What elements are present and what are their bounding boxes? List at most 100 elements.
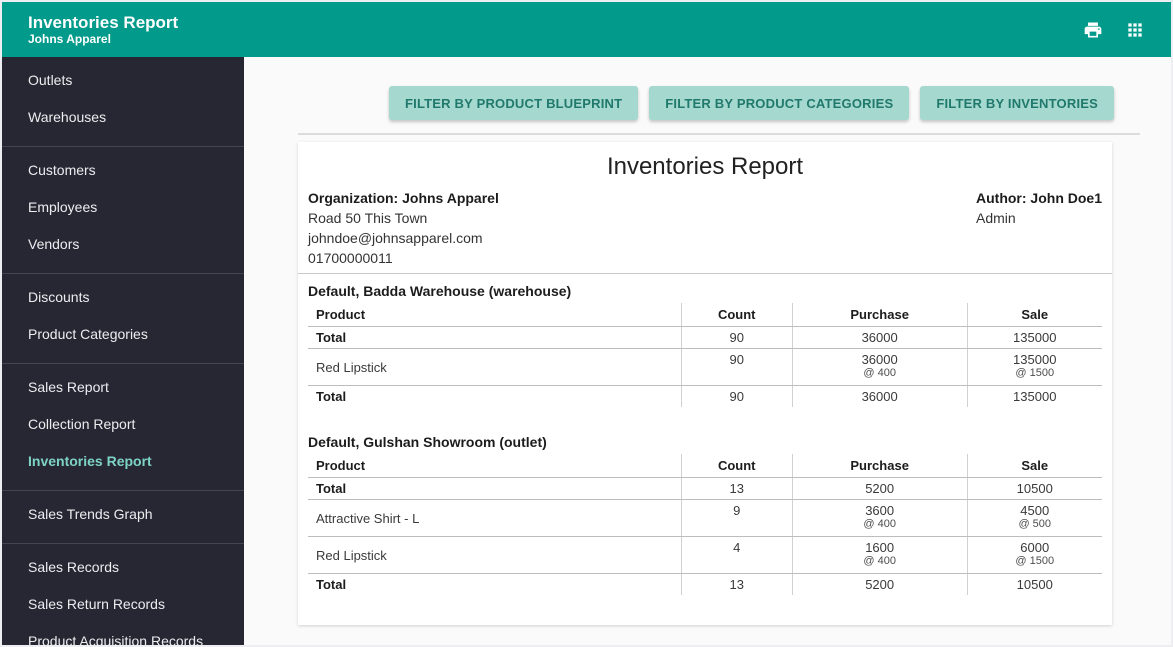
product-cell: Total [316,389,347,404]
purchase-cell-value: 5200 [865,481,895,496]
sidebar-item-sales-records[interactable]: Sales Records [2,549,244,586]
count-cell: 90 [680,348,793,386]
purchase-cell: 36000 [791,326,967,349]
column-header-purchase: Purchase [791,303,967,327]
column-header-sale: Sale [966,454,1102,478]
sale-cell-value: 10500 [1016,577,1053,592]
sidebar-item-vendors[interactable]: Vendors [2,226,244,263]
body-row: Outlets Warehouses Customers Employees Vendo… [2,57,1171,645]
content-divider [298,133,1140,135]
count-cell: 4 [680,536,793,574]
sidebar-item-sales-return-records[interactable]: Sales Return Records [2,586,244,623]
sale-cell-value: 6000 [1020,540,1050,555]
organization-phone: 01700000011 [308,250,393,266]
filter-by-product-categories-button[interactable]: FILTER BY PRODUCT CATEGORIES [649,86,910,120]
author-label: Author: John Doe1 [976,190,1102,206]
sidebar-item-discounts[interactable]: Discounts [2,279,244,316]
filter-button-row: FILTER BY PRODUCT BLUEPRINT FILTER BY PRO… [298,86,1114,120]
sidebar-item-customers[interactable]: Customers [2,152,244,189]
table-row: Red Lipstick 4 1600 @ 400 6000 @ 1500 [308,536,1102,574]
count-cell: 9 [680,499,793,537]
organization-email: johndoe@johnsapparel.com [308,230,483,246]
sale-cell-value: 135000 [1013,389,1057,404]
sidebar-item-collection-report[interactable]: Collection Report [2,406,244,443]
unit-rate: @ 400 [863,367,896,379]
report-page-title: Inventories Report [606,153,804,180]
purchase-cell-value: 36000 [861,330,898,345]
sidebar-item-warehouses[interactable]: Warehouses [2,99,244,136]
sidebar-group: Sales Records Sales Return Records Product… [2,544,244,645]
sidebar-item-outlets[interactable]: Outlets [2,62,244,99]
product-cell: Total [308,477,682,500]
header-title: Inventories Report [28,13,179,32]
unit-rate: @ 400 [863,555,896,567]
apps-grid-icon[interactable] [1125,20,1145,40]
sidebar-item-employees[interactable]: Employees [2,189,244,226]
purchase-cell-value: 1600 [865,540,895,555]
purchase-cell: 3600 @ 400 [791,499,967,537]
sale-cell: 4500 @ 500 [966,499,1102,537]
sidebar-item-product-categories[interactable]: Product Categories [2,316,244,353]
count-cell: 90 [680,326,793,349]
filter-by-inventories-button[interactable]: FILTER BY INVENTORIES [920,86,1114,120]
column-header-count: Count [680,303,793,327]
unit-rate: @ 400 [863,518,896,530]
product-cell: Total [308,326,682,349]
product-cell: Red Lipstick [308,536,682,574]
purchase-cell: 36000 [791,385,967,407]
organization-label: Organization: Johns Apparel [308,190,499,206]
report-sections: Default, Badda Warehouse (warehouse) Prod… [308,281,1102,595]
purchase-cell-value: 36000 [861,352,898,367]
sale-cell: 6000 @ 1500 [966,536,1102,574]
product-cell: Total [316,577,347,592]
sidebar: Outlets Warehouses Customers Employees Vendo… [2,57,244,645]
sale-cell: 135000 @ 1500 [966,348,1102,386]
inventory-table: Product Count Purchase Sale Total 90 36000 1350… [308,303,1102,407]
table-row: Total 13 5200 10500 [308,573,1102,595]
sale-cell: 135000 [966,385,1102,407]
app-header: Inventories Report Johns Apparel [2,2,1171,57]
count-cell: 13 [680,573,793,595]
purchase-cell: 5200 [791,477,967,500]
table-header-row: Product Count Purchase Sale [308,454,1102,478]
product-cell: Attractive Shirt - L [308,499,682,537]
unit-rate: @ 500 [1018,518,1052,530]
count-cell: 90 [680,385,793,407]
organization-address: Road 50 This Town [308,210,428,226]
inventory-section: Default, Badda Warehouse (warehouse) Prod… [308,281,1102,407]
sidebar-item-sales-trends-graph[interactable]: Sales Trends Graph [2,496,244,533]
purchase-cell: 1600 @ 400 [791,536,967,574]
sale-cell: 10500 [966,573,1102,595]
main-content: FILTER BY PRODUCT BLUEPRINT FILTER BY PRO… [244,57,1171,645]
purchase-cell: 36000 @ 400 [791,348,967,386]
sale-cell-value: 10500 [1016,481,1053,496]
table-row: Total 13 5200 10500 [308,477,1102,500]
sidebar-item-sales-report[interactable]: Sales Report [2,369,244,406]
print-icon[interactable] [1083,20,1103,40]
purchase-cell: 5200 [791,573,967,595]
sidebar-item-product-acquisition-records[interactable]: Product Acquisition Records [2,623,244,645]
table-row: Total 90 36000 135000 [308,326,1102,349]
inventory-section: Default, Gulshan Showroom (outlet) Produc… [308,432,1102,595]
sale-cell: 135000 [966,326,1102,349]
section-heading: Default, Gulshan Showroom (outlet) [308,434,547,450]
table-row: Total 90 36000 135000 [308,385,1102,407]
header-actions [1083,20,1145,40]
table-row: Red Lipstick 90 36000 @ 400 135000 @ 1500 [308,348,1102,386]
header-titles: Inventories Report Johns Apparel [28,13,178,46]
sale-cell-value: 4500 [1020,503,1050,518]
unit-rate: @ 1500 [1015,367,1055,379]
section-heading: Default, Badda Warehouse (warehouse) [308,283,572,299]
unit-rate: @ 1500 [1015,555,1055,567]
table-header-row: Product Count Purchase Sale [308,303,1102,327]
sidebar-item-inventories-report[interactable]: Inventories Report [2,443,244,480]
report-card: Inventories Report Organization: Johns A… [298,142,1112,625]
author-block: Author: John Doe1 Admin [976,188,1102,268]
table-row: Attractive Shirt - L 9 3600 @ 400 4500 @ 500 [308,499,1102,537]
report-divider [298,273,1112,274]
sidebar-group: Discounts Product Categories [2,274,244,363]
filter-by-product-blueprint-button[interactable]: FILTER BY PRODUCT BLUEPRINT [389,86,639,120]
column-header-product: Product [308,454,682,478]
report-info-row: Organization: Johns Apparel Road 50 This… [308,188,1102,268]
column-header-product: Product [308,303,682,327]
